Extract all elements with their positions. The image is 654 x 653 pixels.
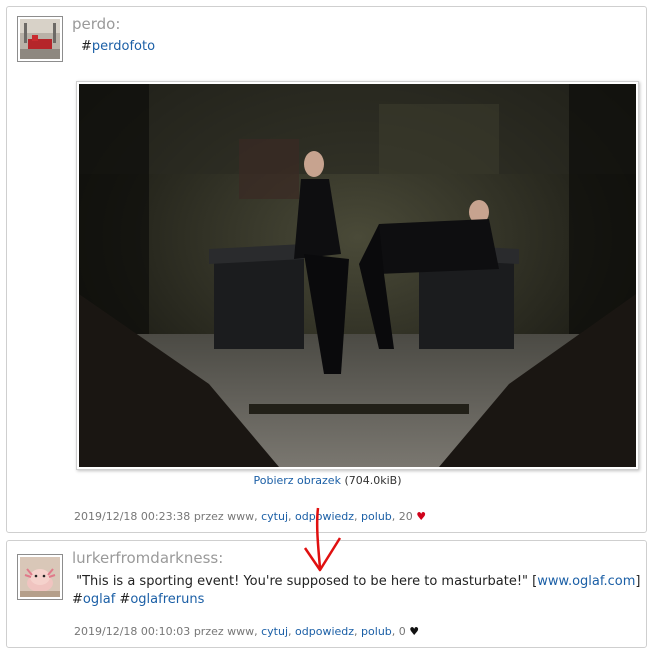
post-image[interactable]: [76, 81, 639, 470]
download-image-link[interactable]: Pobierz obrazek: [253, 474, 340, 487]
avatar-image: [20, 557, 60, 597]
avatar-image: [20, 19, 60, 59]
post-body: "This is a sporting event! You're suppos…: [72, 573, 642, 609]
like-count: 0: [398, 625, 406, 638]
hashtag-link-oglafreruns[interactable]: oglafreruns: [130, 592, 204, 607]
hashtag-link-oglaf[interactable]: oglaf: [83, 592, 115, 607]
photo-dark-interior: [79, 84, 636, 467]
quote-link[interactable]: cytuj: [261, 510, 288, 523]
like-link[interactable]: polub: [361, 625, 392, 638]
post-source: przez www,: [193, 510, 258, 523]
download-size: (704.0kiB): [344, 474, 402, 487]
hashtag-prefix: #: [81, 39, 92, 54]
avatar[interactable]: [17, 16, 63, 62]
avatar[interactable]: [17, 554, 63, 600]
heart-icon: ♥: [416, 510, 427, 523]
post-author[interactable]: perdo:: [72, 15, 120, 33]
like-link[interactable]: polub: [361, 510, 392, 523]
post-meta: 2019/12/18 00:23:38 przez www, cytuj, od…: [74, 510, 427, 523]
post-perdo: perdo: #perdofoto Pobierz obrazek (704.0…: [6, 6, 647, 533]
post-timestamp: 2019/12/18 00:10:03: [74, 625, 191, 638]
post-timestamp: 2019/12/18 00:23:38: [74, 510, 191, 523]
post-lurkerfromdarkness: lurkerfromdarkness: "This is a sporting …: [6, 540, 647, 648]
reply-link[interactable]: odpowiedz: [295, 625, 354, 638]
reply-link[interactable]: odpowiedz: [295, 510, 354, 523]
quote-text: "This is a sporting event! You're suppos…: [76, 574, 529, 589]
post-source: przez www,: [193, 625, 258, 638]
post-author[interactable]: lurkerfromdarkness:: [72, 549, 223, 567]
heart-icon: ♥: [409, 625, 420, 638]
like-count: 20: [398, 510, 413, 523]
post-body: #perdofoto: [81, 38, 155, 56]
link-bracket-close: ]: [635, 574, 641, 589]
hashtag-prefix: #: [72, 592, 83, 607]
external-link[interactable]: www.oglaf.com: [537, 574, 635, 589]
post-meta: 2019/12/18 00:10:03 przez www, cytuj, od…: [74, 625, 420, 638]
download-row: Pobierz obrazek (704.0kiB): [7, 474, 648, 487]
quote-link[interactable]: cytuj: [261, 625, 288, 638]
hashtag-link[interactable]: perdofoto: [92, 39, 155, 54]
hashtag-prefix: #: [119, 592, 131, 607]
